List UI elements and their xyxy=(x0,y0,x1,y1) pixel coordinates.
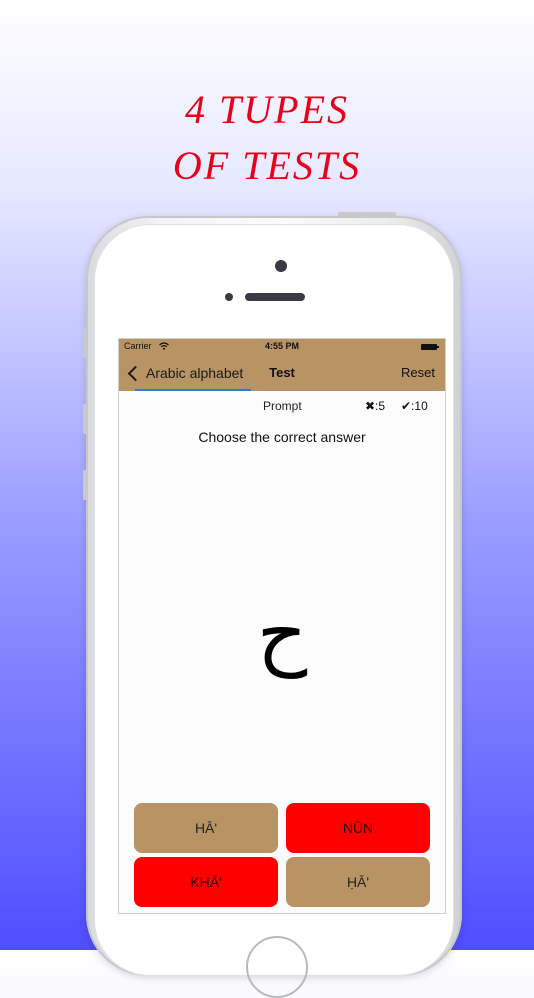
instruction-text: Choose the correct answer xyxy=(198,429,366,445)
promo-headline-line1: 4 TUPES xyxy=(185,87,349,132)
arabic-letter: ح xyxy=(256,589,308,679)
home-button[interactable] xyxy=(246,936,308,998)
answer-button-ha-dot[interactable]: ḤĀ' xyxy=(286,857,430,907)
wrong-count: ✖:5 xyxy=(365,399,386,413)
navigation-bar: Carrier 4:55 PM Arabic alphabet Test Res… xyxy=(119,339,445,391)
proximity-sensor xyxy=(225,293,233,301)
answer-button-ha[interactable]: HĀ' xyxy=(134,803,278,853)
phone-frame: Carrier 4:55 PM Arabic alphabet Test Res… xyxy=(83,212,462,998)
status-time: 4:55 PM xyxy=(264,341,299,351)
correct-count: ✔:10 xyxy=(401,399,428,413)
promo-headline-line2: OF TESTS xyxy=(172,143,362,188)
answer-button-kha[interactable]: KHĀ' xyxy=(134,857,278,907)
battery-icon xyxy=(421,344,439,350)
mute-switch xyxy=(83,328,87,358)
volume-up-button xyxy=(83,404,87,434)
front-camera xyxy=(275,260,287,272)
volume-down-button xyxy=(83,470,87,500)
power-button xyxy=(338,212,396,217)
phone-face: Carrier 4:55 PM Arabic alphabet Test Res… xyxy=(94,224,454,998)
reset-button[interactable]: Reset xyxy=(401,365,435,380)
nav-title: Test xyxy=(269,365,295,380)
answer-button-nun[interactable]: NŪN xyxy=(286,803,430,853)
prompt-label: Prompt xyxy=(263,399,302,413)
progress-indicator xyxy=(135,389,251,391)
earpiece-speaker xyxy=(245,293,305,301)
app-screen: Carrier 4:55 PM Arabic alphabet Test Res… xyxy=(118,338,446,914)
